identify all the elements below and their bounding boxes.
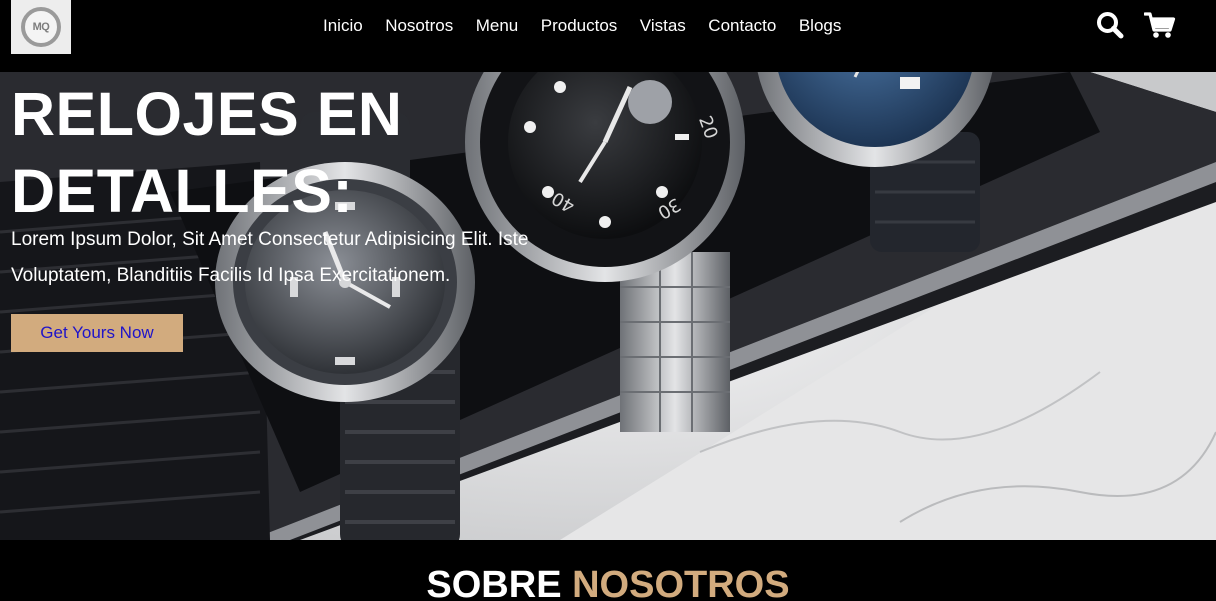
get-yours-now-button[interactable]: Get Yours Now [11,314,183,352]
about-heading: SOBRE NOSOTROS [0,563,1216,601]
logo[interactable]: MQ [11,0,71,54]
about-heading-part2: NOSOTROS [572,564,790,601]
logo-emblem: MQ [21,7,61,47]
nav-vistas[interactable]: Vistas [640,13,686,39]
about-heading-part1: SOBRE [426,564,562,601]
nav-productos[interactable]: Productos [541,13,618,39]
nav-inicio[interactable]: Inicio [323,13,363,39]
nav-contacto[interactable]: Contacto [708,13,776,39]
nav-nosotros[interactable]: Nosotros [385,13,453,39]
hero-section: 20 30 40 RELOJES EN DETALLES: Lorem Ipsu… [0,72,1216,540]
hero-description: Lorem Ipsum Dolor, Sit Amet Consectetur … [11,229,529,286]
logo-text: MQ [32,21,50,33]
main-nav: Inicio Nosotros Menu Productos Vistas Co… [312,13,864,39]
cart-icon[interactable] [1143,11,1176,44]
hero-title: RELOJES EN DETALLES: [11,80,403,225]
site-header: MQ Inicio Nosotros Menu Productos Vistas… [0,0,1216,72]
nav-menu[interactable]: Menu [476,13,519,39]
about-section: SOBRE NOSOTROS [0,540,1216,601]
search-icon[interactable] [1096,11,1124,44]
nav-blogs[interactable]: Blogs [799,13,842,39]
page: MQ Inicio Nosotros Menu Productos Vistas… [0,0,1216,601]
